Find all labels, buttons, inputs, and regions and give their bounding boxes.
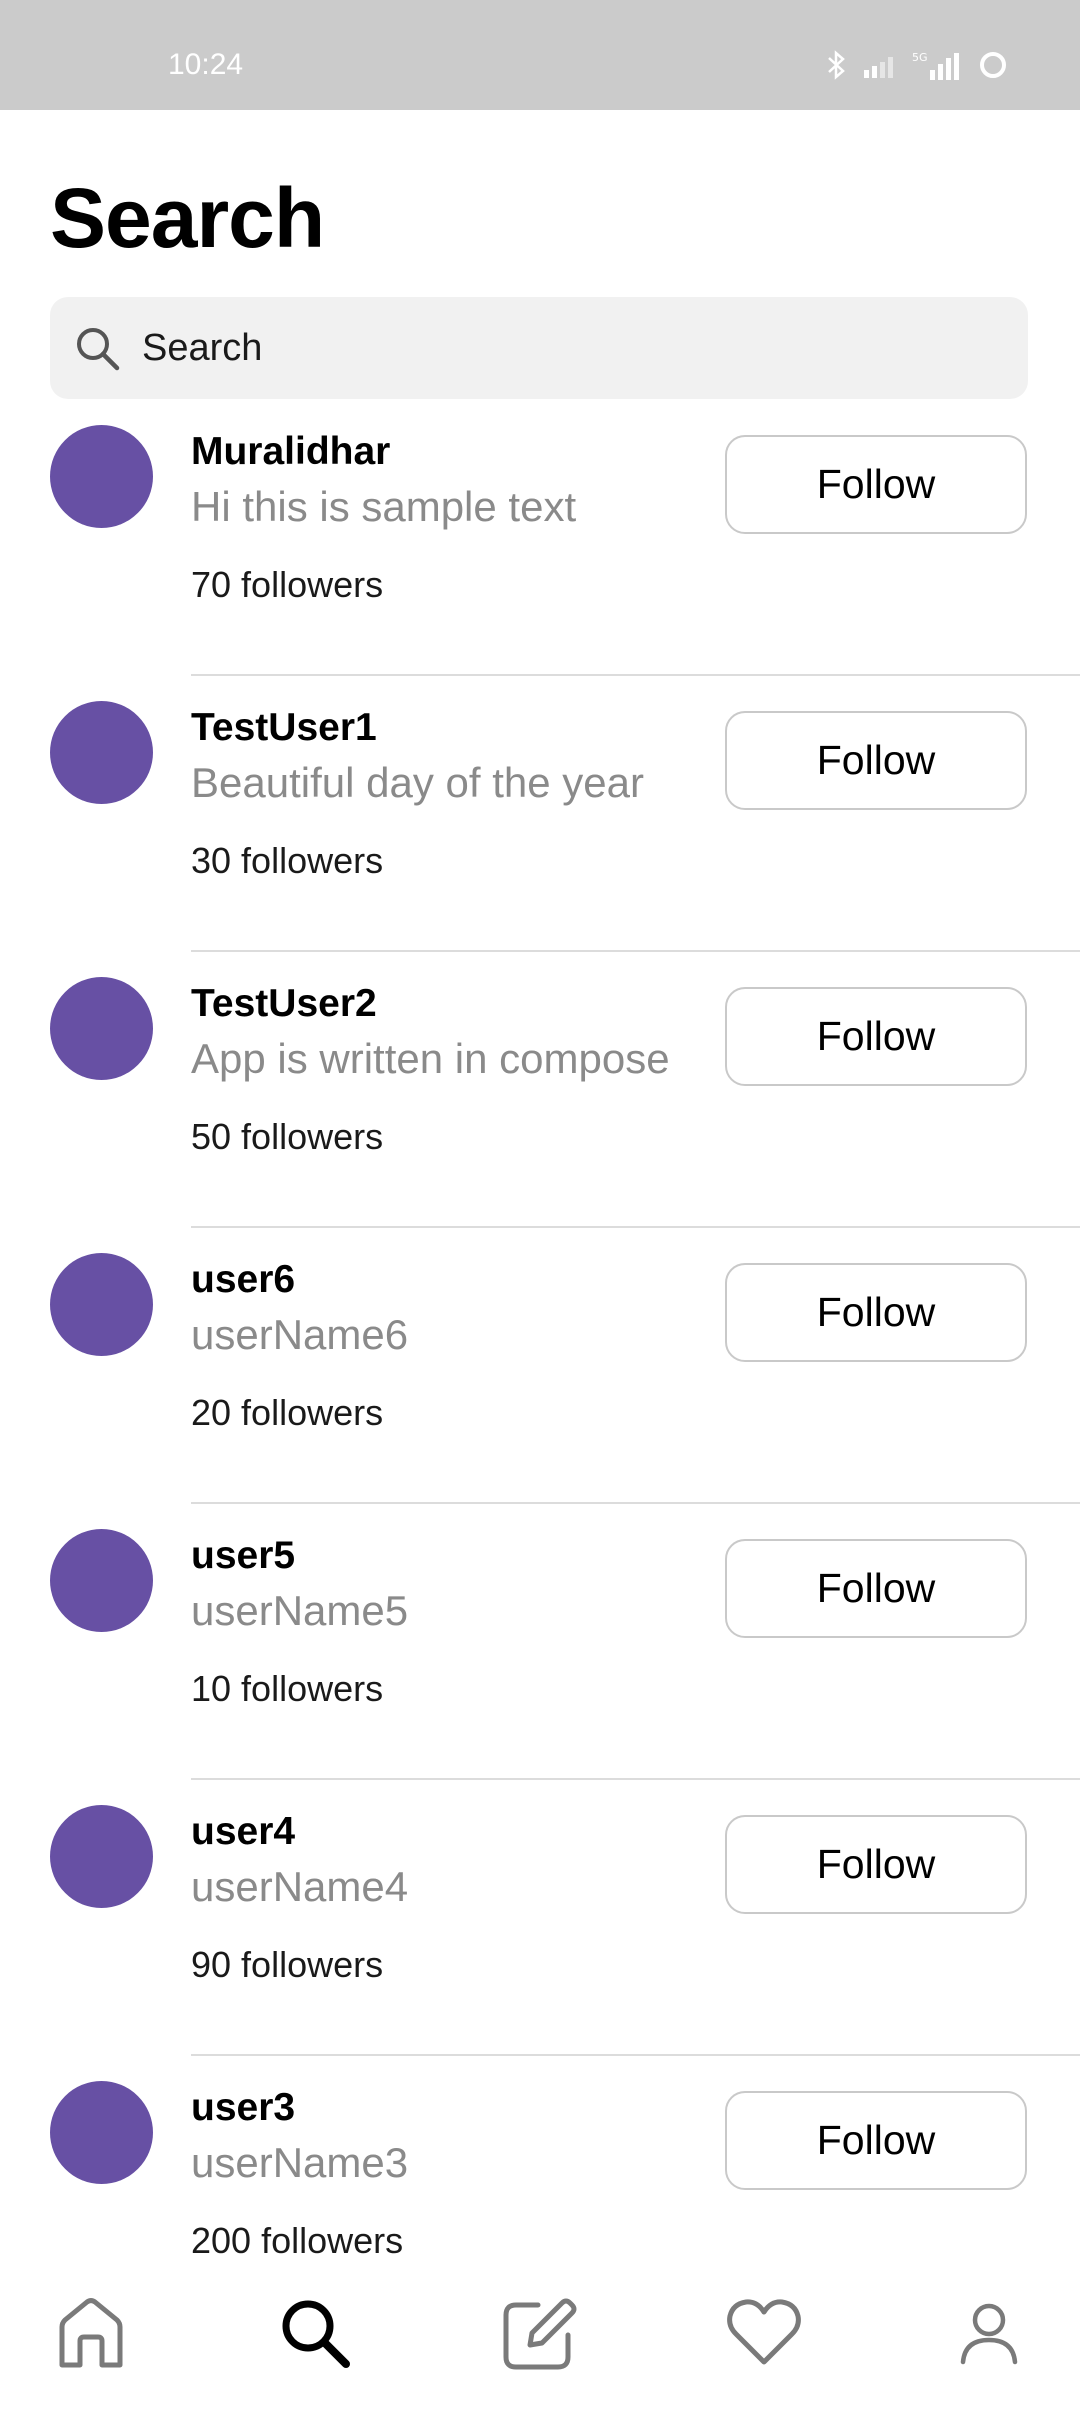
follow-button[interactable]: Follow bbox=[725, 987, 1027, 1086]
heart-icon bbox=[726, 2298, 802, 2373]
avatar[interactable] bbox=[50, 977, 153, 1080]
user-name: user4 bbox=[191, 1810, 296, 1853]
follower-count: 50 followers bbox=[191, 1116, 384, 1157]
user-list: Muralidhar Hi this is sample text 70 fol… bbox=[0, 400, 1080, 2262]
user-bio: App is written in compose bbox=[191, 1035, 670, 1082]
user-bio: Beautiful day of the year bbox=[191, 759, 644, 806]
follower-count: 10 followers bbox=[191, 1668, 384, 1709]
list-item: user3 userName3 200 followers Follow bbox=[0, 2056, 1080, 2262]
user-bio: Hi this is sample text bbox=[191, 483, 577, 530]
bottom-nav bbox=[0, 2262, 1080, 2412]
follower-count: 30 followers bbox=[191, 840, 384, 881]
list-item: user6 userName6 20 followers Follow bbox=[0, 1228, 1080, 1504]
list-item: user4 userName4 90 followers Follow bbox=[0, 1780, 1080, 2056]
follower-count: 200 followers bbox=[191, 2220, 404, 2261]
follower-count: 90 followers bbox=[191, 1944, 384, 1985]
avatar[interactable] bbox=[50, 1253, 153, 1356]
avatar[interactable] bbox=[50, 2081, 153, 2184]
user-bio: userName4 bbox=[191, 1863, 409, 1910]
follow-button[interactable]: Follow bbox=[725, 2091, 1027, 2190]
signal-icon bbox=[862, 52, 898, 83]
avatar[interactable] bbox=[50, 425, 153, 528]
user-bio: userName5 bbox=[191, 1587, 409, 1634]
svg-text:5G: 5G bbox=[912, 51, 928, 64]
list-item: TestUser1 Beautiful day of the year 30 f… bbox=[0, 676, 1080, 952]
user-bio: userName3 bbox=[191, 2139, 409, 2186]
follow-button[interactable]: Follow bbox=[725, 1815, 1027, 1914]
nav-compose[interactable] bbox=[495, 2290, 585, 2380]
user-name: user3 bbox=[191, 2086, 296, 2129]
user-name: user6 bbox=[191, 1258, 296, 1301]
avatar[interactable] bbox=[50, 701, 153, 804]
page-title: Search bbox=[50, 171, 325, 265]
list-item: TestUser2 App is written in compose 50 f… bbox=[0, 952, 1080, 1228]
nav-home[interactable] bbox=[46, 2290, 136, 2380]
follower-count: 20 followers bbox=[191, 1392, 384, 1433]
bluetooth-icon bbox=[826, 50, 848, 85]
follow-button[interactable]: Follow bbox=[725, 1263, 1027, 1362]
follow-button[interactable]: Follow bbox=[725, 711, 1027, 810]
user-bio: userName6 bbox=[191, 1311, 409, 1358]
user-name: TestUser2 bbox=[191, 982, 377, 1025]
edit-icon bbox=[500, 2293, 580, 2378]
nav-search[interactable] bbox=[270, 2290, 360, 2380]
search-input[interactable] bbox=[142, 326, 942, 370]
search-icon bbox=[278, 2296, 352, 2375]
search-icon bbox=[72, 323, 122, 373]
nav-profile[interactable] bbox=[944, 2290, 1034, 2380]
avatar[interactable] bbox=[50, 1529, 153, 1632]
search-bar[interactable] bbox=[50, 297, 1028, 399]
avatar[interactable] bbox=[50, 1805, 153, 1908]
user-name: TestUser1 bbox=[191, 706, 377, 749]
status-time: 10:24 bbox=[168, 48, 244, 81]
battery-icon bbox=[978, 50, 1008, 85]
status-bar: 10:24 5G bbox=[0, 0, 1080, 110]
status-icons: 5G bbox=[826, 50, 1008, 85]
follower-count: 70 followers bbox=[191, 564, 384, 605]
home-icon bbox=[56, 2297, 126, 2374]
follow-button[interactable]: Follow bbox=[725, 435, 1027, 534]
follow-button[interactable]: Follow bbox=[725, 1539, 1027, 1638]
list-item: Muralidhar Hi this is sample text 70 fol… bbox=[0, 400, 1080, 676]
5g-signal-icon: 5G bbox=[912, 50, 964, 85]
user-name: Muralidhar bbox=[191, 430, 391, 473]
user-name: user5 bbox=[191, 1534, 296, 1577]
list-item: user5 userName5 10 followers Follow bbox=[0, 1504, 1080, 1780]
nav-activity[interactable] bbox=[719, 2290, 809, 2380]
profile-icon bbox=[957, 2300, 1021, 2371]
